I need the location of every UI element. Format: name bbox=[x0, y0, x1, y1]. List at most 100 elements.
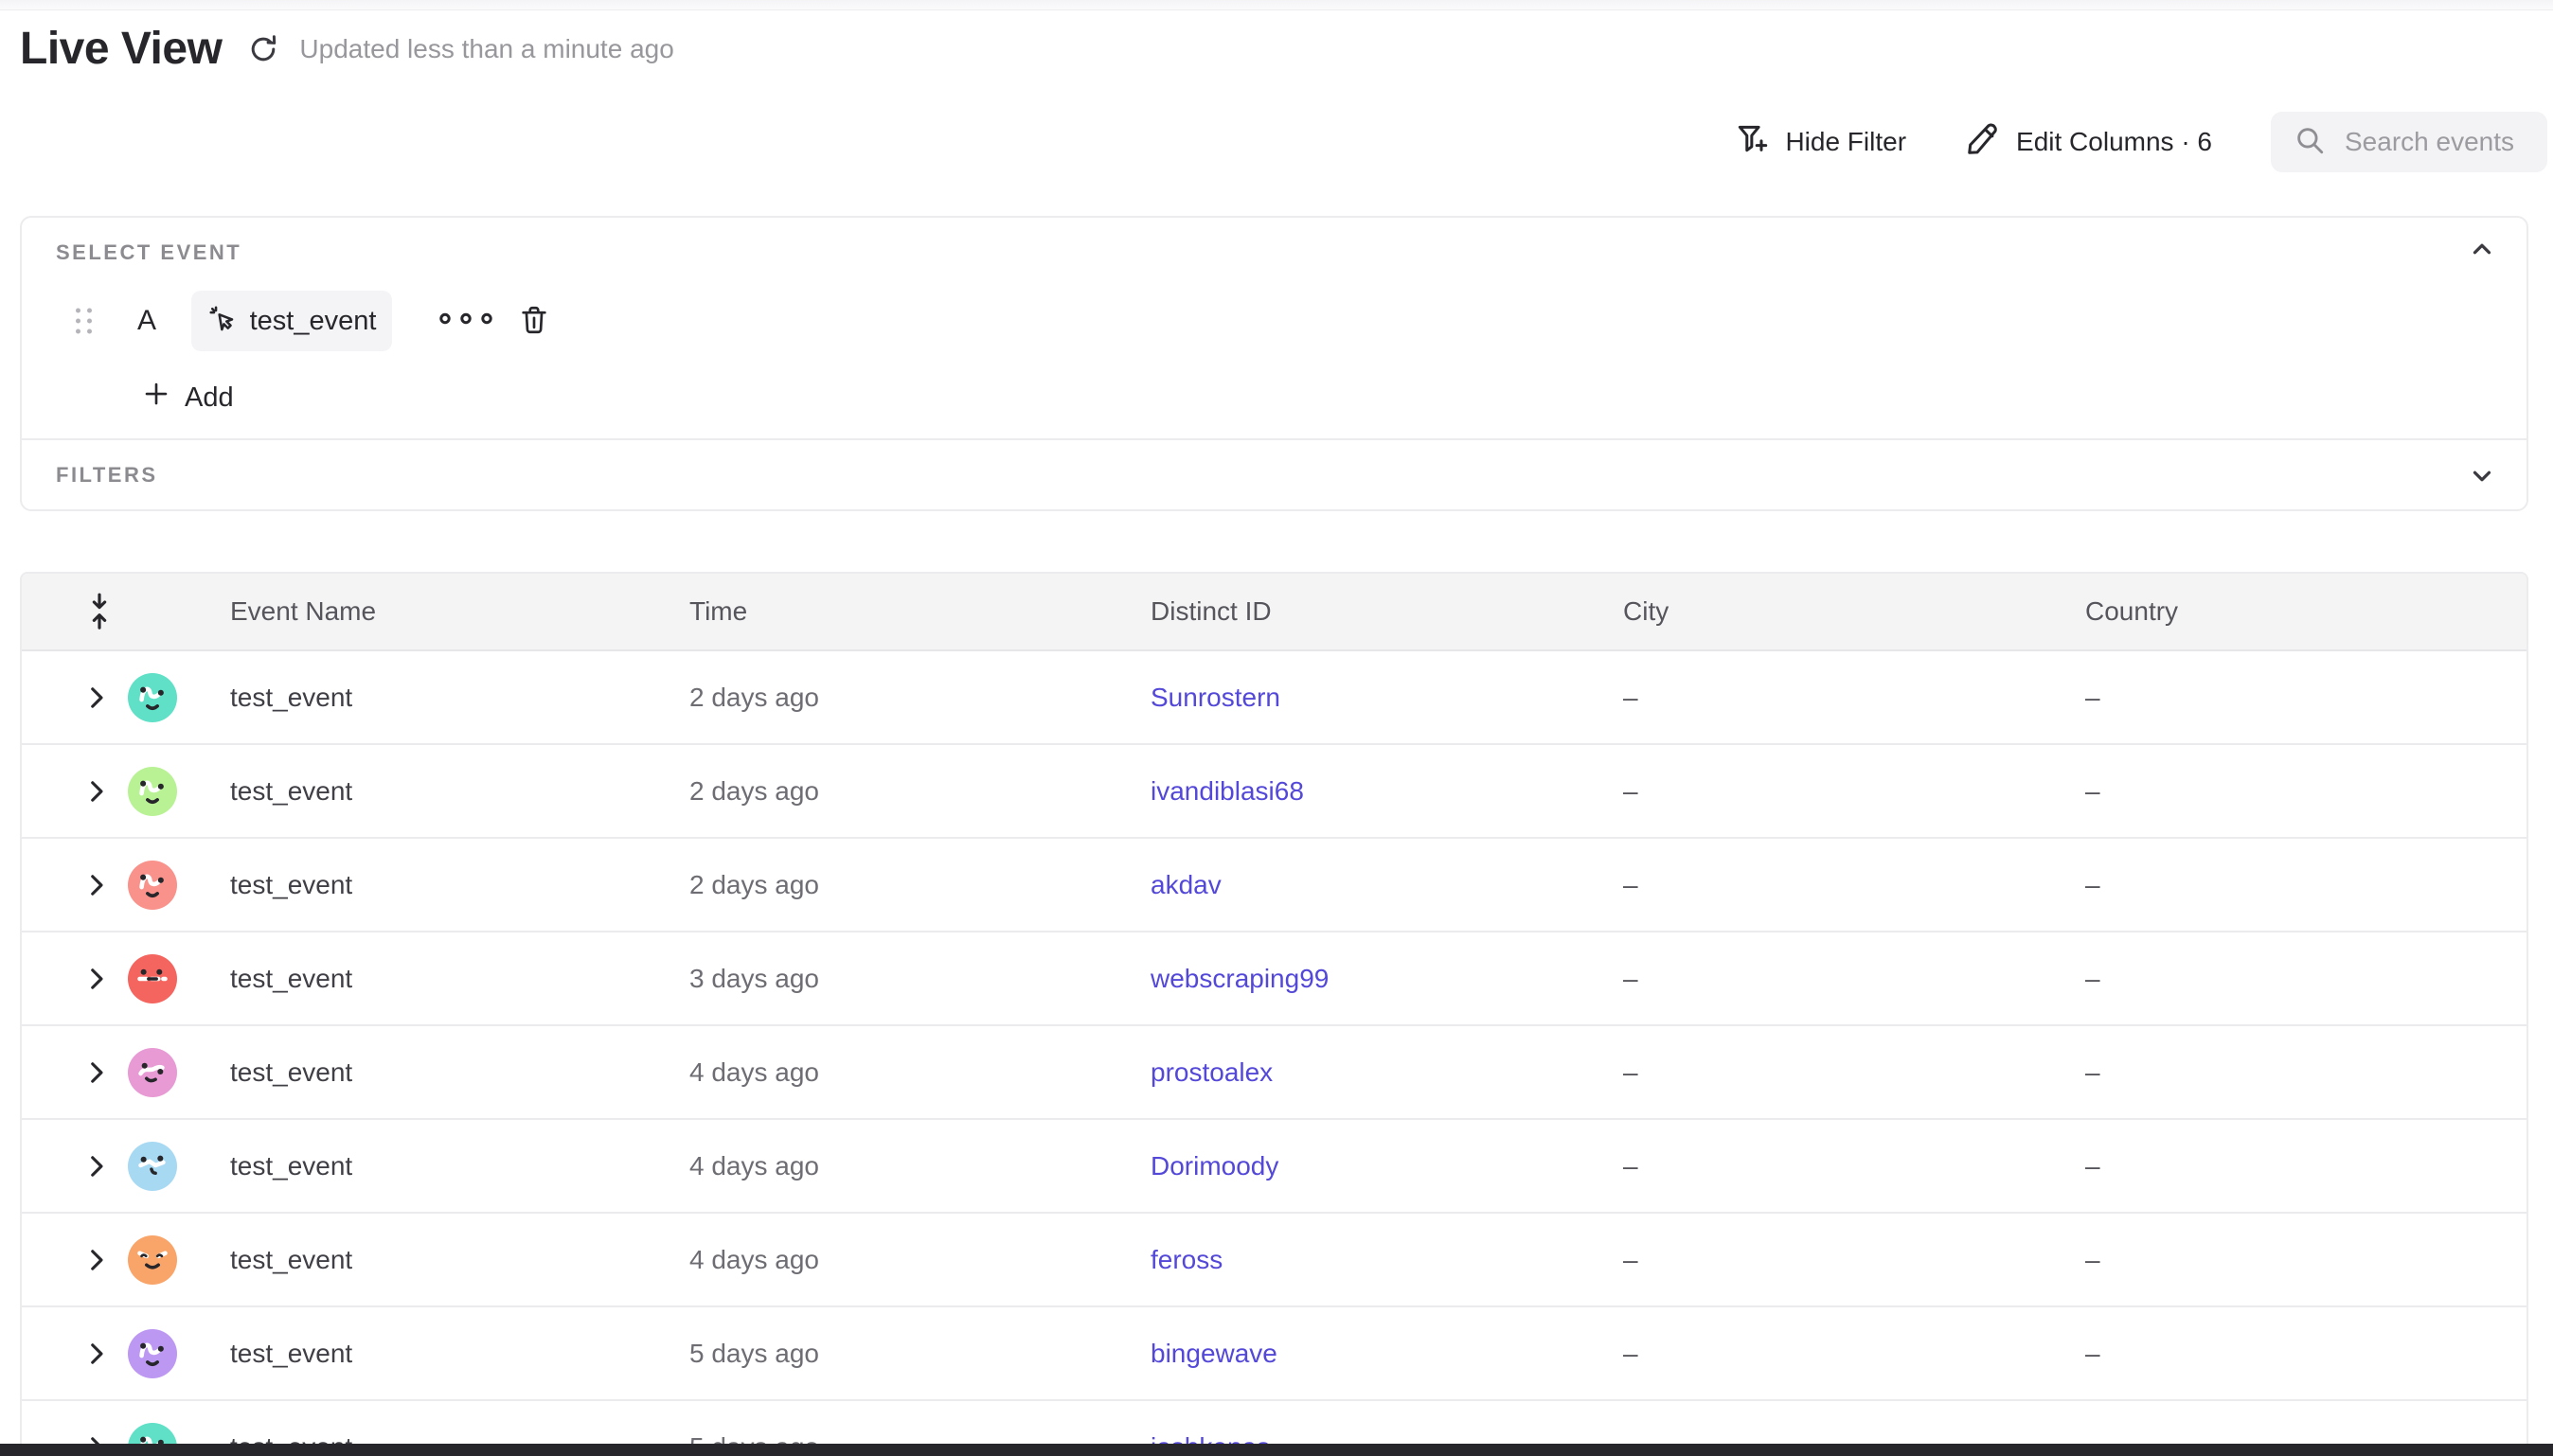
cell-time: 2 days ago bbox=[689, 870, 819, 900]
table-row: test_event 4 days ago feross – – bbox=[22, 1214, 2526, 1307]
cell-time: 4 days ago bbox=[689, 1151, 819, 1181]
filters-label: FILTERS bbox=[56, 463, 158, 488]
collapse-rows-icon[interactable] bbox=[80, 591, 118, 632]
cell-event-name: test_event bbox=[230, 870, 352, 900]
avatar bbox=[128, 1329, 177, 1378]
refresh-icon[interactable] bbox=[246, 32, 280, 66]
cell-city: – bbox=[1623, 1151, 1638, 1181]
cell-country: – bbox=[2085, 1245, 2100, 1275]
row-expand-chevron-right-icon[interactable] bbox=[80, 1150, 113, 1182]
search-events-box[interactable] bbox=[2271, 112, 2547, 172]
row-expand-chevron-right-icon[interactable] bbox=[80, 1338, 113, 1370]
select-event-label: SELECT EVENT bbox=[56, 240, 241, 265]
row-expand-chevron-right-icon[interactable] bbox=[80, 775, 113, 808]
distinct-id-link[interactable]: Dorimoody bbox=[1151, 1151, 1278, 1181]
cell-time: 4 days ago bbox=[689, 1245, 819, 1275]
cell-event-name: test_event bbox=[230, 683, 352, 713]
trash-icon[interactable] bbox=[518, 304, 550, 338]
cell-city: – bbox=[1623, 776, 1638, 807]
cell-country: – bbox=[2085, 1057, 2100, 1088]
distinct-id-link[interactable]: feross bbox=[1151, 1245, 1223, 1275]
table-row: test_event 2 days ago ivandiblasi68 – – bbox=[22, 745, 2526, 839]
ellipsis-icon[interactable] bbox=[436, 310, 496, 333]
col-header-time[interactable]: Time bbox=[689, 596, 747, 627]
add-event-button[interactable]: Add bbox=[142, 373, 234, 422]
table-row: test_event 5 days ago bingewave – – bbox=[22, 1307, 2526, 1401]
cell-time: 4 days ago bbox=[689, 1057, 819, 1088]
cell-country: – bbox=[2085, 870, 2100, 900]
row-expand-chevron-right-icon[interactable] bbox=[80, 963, 113, 995]
distinct-id-link[interactable]: Sunrostern bbox=[1151, 683, 1280, 713]
plus-icon bbox=[142, 380, 170, 416]
cell-time: 2 days ago bbox=[689, 683, 819, 713]
distinct-id-link[interactable]: ivandiblasi68 bbox=[1151, 776, 1304, 807]
cell-event-name: test_event bbox=[230, 1057, 352, 1088]
avatar bbox=[128, 1142, 177, 1191]
table-row: test_event 4 days ago prostoalex – – bbox=[22, 1026, 2526, 1120]
cell-city: – bbox=[1623, 683, 1638, 713]
search-icon bbox=[2294, 124, 2326, 161]
cell-city: – bbox=[1623, 1339, 1638, 1369]
col-header-event-name[interactable]: Event Name bbox=[230, 596, 376, 627]
distinct-id-link[interactable]: bingewave bbox=[1151, 1339, 1277, 1369]
drag-handle-icon[interactable] bbox=[76, 309, 92, 334]
cell-city: – bbox=[1623, 1245, 1638, 1275]
cell-event-name: test_event bbox=[230, 1339, 352, 1369]
row-expand-chevron-right-icon[interactable] bbox=[80, 682, 113, 714]
table-row: test_event 2 days ago Sunrostern – – bbox=[22, 651, 2526, 745]
chevron-down-icon[interactable] bbox=[2468, 462, 2496, 490]
event-row: A test_event bbox=[22, 291, 2526, 351]
avatar bbox=[128, 1048, 177, 1097]
page-title: Live View bbox=[20, 23, 222, 75]
chevron-up-icon[interactable] bbox=[2468, 235, 2496, 263]
event-chip-label: test_event bbox=[250, 306, 377, 337]
page-header: Live View Updated less than a minute ago bbox=[20, 23, 674, 75]
cell-city: – bbox=[1623, 964, 1638, 994]
add-label: Add bbox=[185, 382, 234, 414]
row-expand-chevron-right-icon[interactable] bbox=[80, 1056, 113, 1089]
col-header-city[interactable]: City bbox=[1623, 596, 1669, 627]
distinct-id-link[interactable]: akdav bbox=[1151, 870, 1222, 900]
avatar bbox=[128, 1235, 177, 1285]
table-row: test_event 4 days ago Dorimoody – – bbox=[22, 1120, 2526, 1214]
query-builder-card: SELECT EVENT A test_event bbox=[20, 216, 2528, 511]
live-view-page: Live View Updated less than a minute ago… bbox=[0, 0, 2553, 1456]
distinct-id-link[interactable]: prostoalex bbox=[1151, 1057, 1273, 1088]
row-expand-chevron-right-icon[interactable] bbox=[80, 1244, 113, 1276]
cell-country: – bbox=[2085, 964, 2100, 994]
filter-plus-icon bbox=[1734, 121, 1770, 164]
cell-country: – bbox=[2085, 1339, 2100, 1369]
cell-event-name: test_event bbox=[230, 1245, 352, 1275]
cell-event-name: test_event bbox=[230, 964, 352, 994]
col-header-country[interactable]: Country bbox=[2085, 596, 2178, 627]
edit-columns-label: Edit Columns · 6 bbox=[2016, 127, 2212, 157]
hide-filter-button[interactable]: Hide Filter bbox=[1734, 121, 1906, 164]
updated-text: Updated less than a minute ago bbox=[299, 34, 673, 64]
cell-event-name: test_event bbox=[230, 776, 352, 807]
cell-city: – bbox=[1623, 870, 1638, 900]
col-header-distinct-id[interactable]: Distinct ID bbox=[1151, 596, 1272, 627]
edit-columns-button[interactable]: Edit Columns · 6 bbox=[1965, 121, 2212, 164]
cell-time: 3 days ago bbox=[689, 964, 819, 994]
top-edge-strip bbox=[0, 0, 2553, 10]
table-header: Event Name Time Distinct ID City Country bbox=[22, 574, 2526, 651]
cell-country: – bbox=[2085, 683, 2100, 713]
table-row: test_event 3 days ago webscraping99 – – bbox=[22, 932, 2526, 1026]
filters-section[interactable]: FILTERS bbox=[22, 438, 2526, 509]
avatar bbox=[128, 861, 177, 910]
distinct-id-link[interactable]: webscraping99 bbox=[1151, 964, 1329, 994]
search-input[interactable] bbox=[2343, 126, 2536, 158]
cell-city: – bbox=[1623, 1057, 1638, 1088]
row-expand-chevron-right-icon[interactable] bbox=[80, 869, 113, 901]
cell-country: – bbox=[2085, 1151, 2100, 1181]
table-row: test_event 2 days ago akdav – – bbox=[22, 839, 2526, 932]
cell-country: – bbox=[2085, 776, 2100, 807]
avatar bbox=[128, 954, 177, 1003]
avatar bbox=[128, 673, 177, 722]
cell-time: 5 days ago bbox=[689, 1339, 819, 1369]
bottom-bar bbox=[0, 1444, 2553, 1456]
events-table: Event Name Time Distinct ID City Country… bbox=[20, 572, 2528, 1456]
cursor-click-icon bbox=[207, 304, 238, 339]
event-letter: A bbox=[137, 305, 156, 337]
event-chip[interactable]: test_event bbox=[191, 291, 392, 351]
